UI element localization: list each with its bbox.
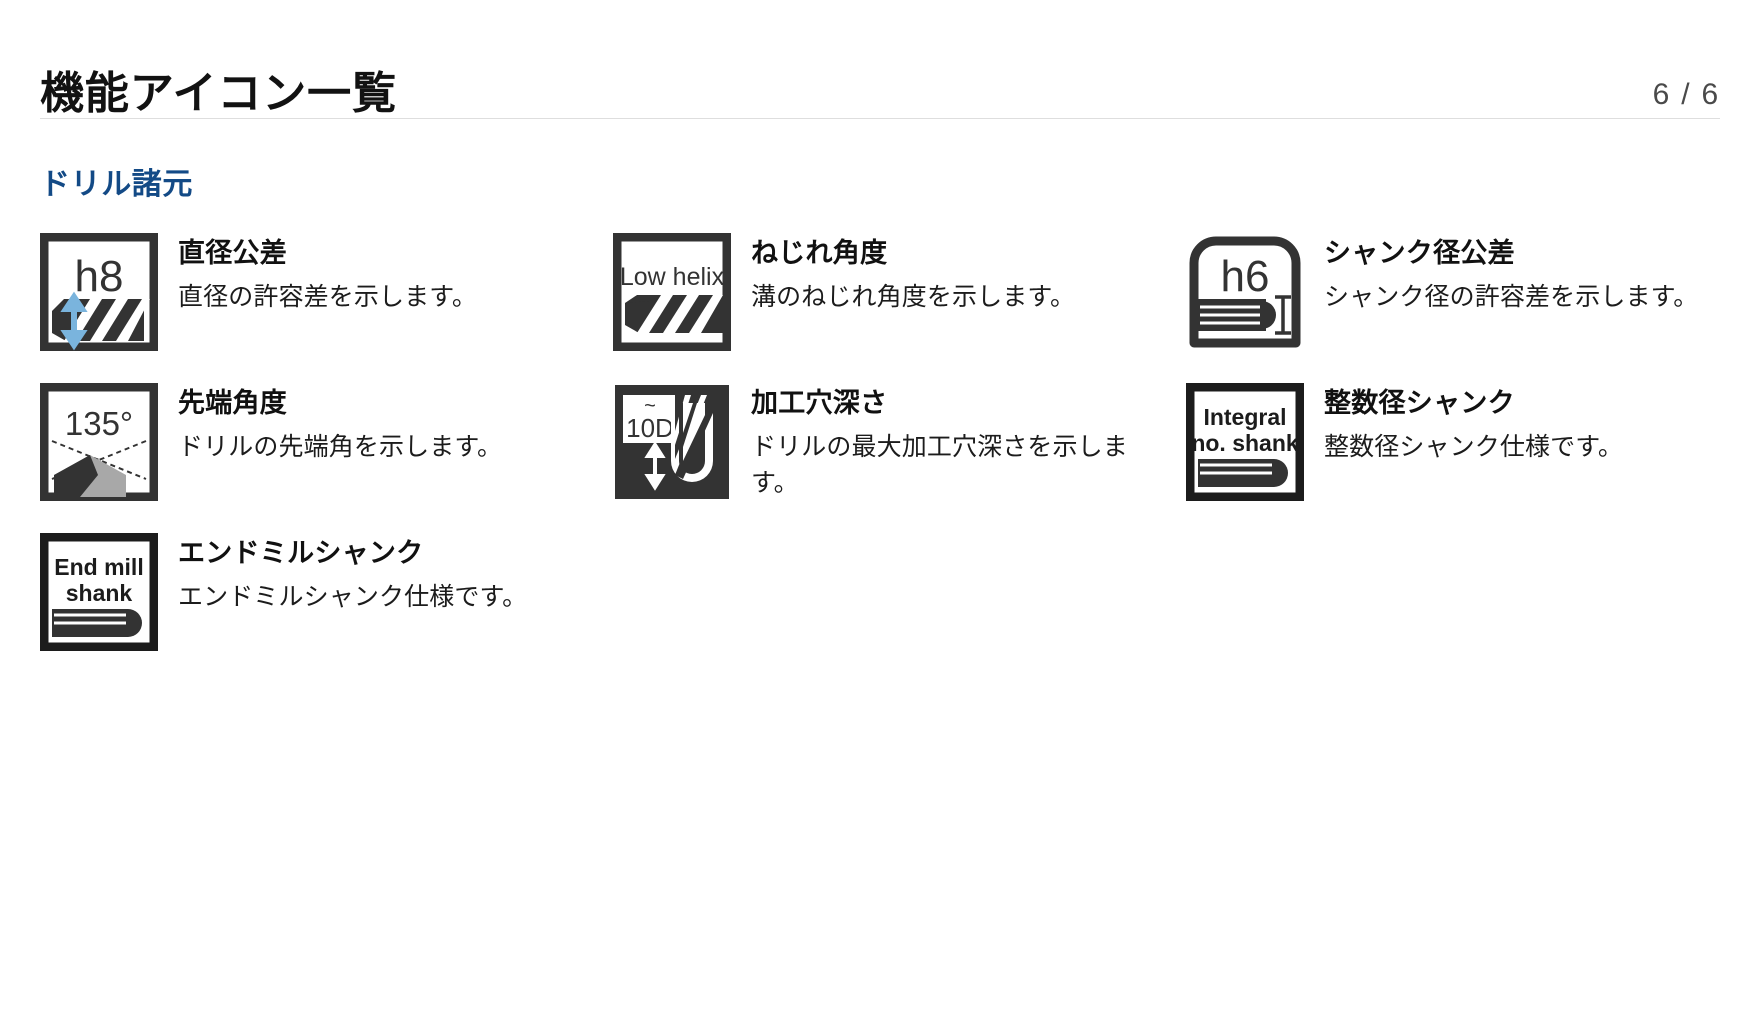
h8-label: h8 [75, 252, 124, 301]
section-heading: ドリル諸元 [40, 168, 193, 201]
icon-title: 直径公差 [178, 238, 288, 268]
icon-item-point-angle: 135° 先端角度 ドリルの先端角を示します。 [40, 383, 613, 501]
icon-title: 整数径シャンク [1324, 388, 1515, 418]
drill-spec-section: ドリル諸元 h8 直径公差 直径の許容差を示します。 Low helix ねじれ… [40, 119, 1720, 652]
end-mill-label-line1: End mill [54, 554, 143, 580]
icon-text-block: ねじれ角度 溝のねじれ角度を示します。 [751, 233, 1075, 315]
end-mill-label-line2: shank [66, 580, 133, 606]
icon-item-integral-shank: Integral no. shank 整数径シャンク 整数径シャンク仕様です。 [1186, 383, 1759, 501]
icon-description: 整数径シャンク仕様です。 [1324, 432, 1624, 461]
h8-diameter-tolerance-icon: h8 [40, 233, 158, 351]
icon-description: ドリルの先端角を示します。 [178, 432, 503, 461]
icon-item-helix-angle: Low helix ねじれ角度 溝のねじれ角度を示します。 [613, 233, 1186, 351]
slide-page: 機能アイコン一覧 6 / 6 ドリル諸元 h8 直径公差 直径の許容差を示します… [0, 0, 1760, 1010]
point-angle-135-icon: 135° [40, 383, 158, 501]
icon-title: 先端角度 [178, 388, 288, 418]
h6-label: h6 [1221, 252, 1270, 301]
page-header: 機能アイコン一覧 6 / 6 [40, 0, 1720, 118]
icon-text-block: 加工穴深さ ドリルの最大加工穴深さを示します。 [751, 383, 1154, 501]
end-mill-shank-icon: End mill shank [40, 533, 158, 652]
point-angle-label: 135° [65, 405, 133, 442]
icon-description: 直径の許容差を示します。 [178, 282, 478, 311]
icon-description: シャンク径の許容差を示します。 [1324, 282, 1699, 311]
icon-description: 溝のねじれ角度を示します。 [751, 282, 1076, 311]
page-counter: 6 / 6 [1652, 78, 1720, 111]
icon-text-block: 先端角度 ドリルの先端角を示します。 [178, 383, 502, 465]
hole-depth-label: 10D [626, 413, 674, 443]
icon-text-block: エンドミルシャンク エンドミルシャンク仕様です。 [178, 533, 527, 615]
icon-text-block: シャンク径公差 シャンク径の許容差を示します。 [1324, 233, 1698, 315]
icon-grid: h8 直径公差 直径の許容差を示します。 Low helix ねじれ角度 溝のね… [40, 233, 1720, 652]
hole-depth-10d-icon: ~ 10D [613, 383, 731, 501]
icon-title: シャンク径公差 [1324, 238, 1515, 268]
icon-description: エンドミルシャンク仕様です。 [178, 583, 528, 611]
low-helix-icon: Low helix [613, 233, 731, 351]
icon-title: 加工穴深さ [751, 388, 888, 418]
h6-shank-tolerance-icon: h6 [1186, 233, 1304, 351]
icon-title: ねじれ角度 [751, 238, 888, 268]
low-helix-label: Low helix [620, 263, 725, 291]
icon-text-block: 直径公差 直径の許容差を示します。 [178, 233, 477, 315]
integral-label-line2: no. shank [1191, 430, 1299, 456]
integral-label-line1: Integral [1203, 404, 1286, 430]
icon-title: エンドミルシャンク [178, 538, 424, 569]
icon-description: ドリルの最大加工穴深さを示します。 [751, 432, 1128, 497]
integral-no-shank-icon: Integral no. shank [1186, 383, 1304, 501]
icon-item-hole-depth: ~ 10D 加工穴深さ ドリルの最大加工穴深さを示します。 [613, 383, 1186, 501]
icon-item-diameter-tolerance: h8 直径公差 直径の許容差を示します。 [40, 233, 613, 351]
icon-text-block: 整数径シャンク 整数径シャンク仕様です。 [1324, 383, 1623, 465]
icon-item-end-mill-shank: End mill shank エンドミルシャンク エンドミルシャンク仕様です。 [40, 533, 613, 652]
page-title: 機能アイコン一覧 [40, 68, 397, 118]
icon-item-shank-tolerance: h6 シャンク径公差 シャンク径の許容差を示します。 [1186, 233, 1759, 351]
